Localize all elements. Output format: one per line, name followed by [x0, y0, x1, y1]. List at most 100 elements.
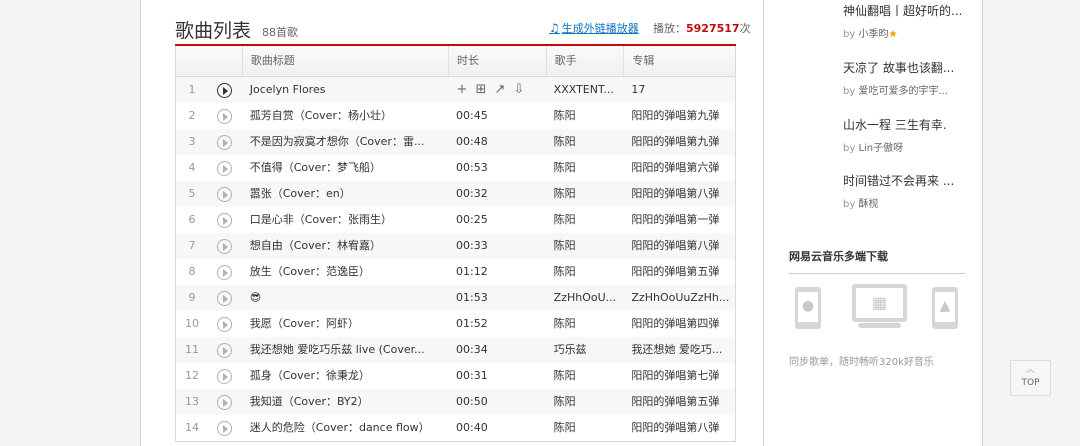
playlist-title[interactable]: 时间错过不会再来 ... — [843, 172, 968, 189]
song-artist[interactable]: 陈阳 — [546, 155, 624, 181]
song-album[interactable]: 阳阳的弹唱第四弹 — [623, 311, 735, 337]
song-album[interactable]: 阳阳的弹唱第八弹 — [623, 233, 735, 259]
song-artist[interactable]: 陈阳 — [546, 415, 624, 441]
song-title[interactable]: 😎 — [242, 285, 448, 311]
back-to-top-label[interactable]: TOP — [1021, 378, 1039, 388]
song-index: 8 — [188, 265, 196, 278]
play-icon[interactable] — [217, 291, 232, 306]
song-index-cell: 10 — [176, 311, 242, 337]
song-artist[interactable]: 陈阳 — [546, 129, 624, 155]
song-title[interactable]: 放生（Cover：范逸臣） — [242, 259, 448, 285]
collect-icon[interactable]: ⊞ — [475, 77, 487, 103]
download-icon[interactable]: ⇩ — [513, 77, 525, 103]
table-row[interactable]: 9 😎 01:53 ZzHhOoU... ZzHhOoUuZzHh... — [176, 285, 735, 311]
song-artist[interactable]: ZzHhOoU... — [546, 285, 624, 311]
song-album[interactable]: 阳阳的弹唱第五弹 — [623, 389, 735, 415]
share-icon[interactable]: ↗ — [494, 77, 506, 103]
song-title[interactable]: 我愿（Cover：阿虾） — [242, 311, 448, 337]
song-title[interactable]: 我还想她 爱吃巧乐兹 live (Cover... — [242, 337, 448, 363]
song-title[interactable]: 不是因为寂寞才想你（Cover：雷... — [242, 129, 448, 155]
song-table: 歌曲标题 时长 歌手 专辑 1 Jocelyn Flores + ⊞ ↗ ⇩ XXXTENT… — [175, 46, 736, 442]
song-artist[interactable]: 陈阳 — [546, 233, 624, 259]
play-icon[interactable] — [217, 395, 232, 410]
song-title[interactable]: Jocelyn Flores — [242, 77, 448, 103]
table-row[interactable]: 13 我知道（Cover：BY2） 00:50 陈阳 阳阳的弹唱第五弹 — [176, 389, 735, 415]
song-album[interactable]: 阳阳的弹唱第八弹 — [623, 181, 735, 207]
song-album[interactable]: 阳阳的弹唱第一弹 — [623, 207, 735, 233]
table-row[interactable]: 5 嚣张（Cover：en） 00:32 陈阳 阳阳的弹唱第八弹 — [176, 181, 735, 207]
song-duration: 00:25 — [456, 213, 488, 226]
table-row[interactable]: 4 不值得（Cover：梦飞船） 00:53 陈阳 阳阳的弹唱第六弹 — [176, 155, 735, 181]
play-icon[interactable] — [217, 213, 232, 228]
song-artist[interactable]: 陈阳 — [546, 259, 624, 285]
song-album[interactable]: 17 — [623, 77, 735, 103]
back-to-top-button[interactable]: ︿ TOP — [1010, 360, 1051, 396]
play-icon[interactable] — [217, 239, 232, 254]
play-icon[interactable] — [217, 109, 232, 124]
song-album[interactable]: 阳阳的弹唱第七弹 — [623, 363, 735, 389]
playlist-user[interactable]: 小季昀 — [858, 29, 888, 40]
song-artist[interactable]: 巧乐兹 — [546, 337, 624, 363]
song-album[interactable]: 阳阳的弹唱第八弹 — [623, 415, 735, 441]
playlist-item[interactable]: 神仙翻唱丨超好听的... by 小季昀★ — [786, 2, 966, 40]
playlist-title[interactable]: 神仙翻唱丨超好听的... — [843, 2, 968, 19]
table-row[interactable]: 11 我还想她 爱吃巧乐兹 live (Cover... 00:34 巧乐兹 我还想她 … — [176, 337, 735, 363]
table-row[interactable]: 10 我愿（Cover：阿虾） 01:52 陈阳 阳阳的弹唱第四弹 — [176, 311, 735, 337]
iphone-download[interactable]: ● — [795, 287, 821, 329]
playlist-title[interactable]: 山水一程 三生有幸. — [843, 116, 968, 133]
song-album[interactable]: 阳阳的弹唱第九弹 — [623, 129, 735, 155]
table-row[interactable]: 14 迷人的危险（Cover：dance flow） 00:40 陈阳 阳阳的弹唱第八弹 — [176, 415, 735, 441]
song-title[interactable]: 不值得（Cover：梦飞船） — [242, 155, 448, 181]
song-album[interactable]: 阳阳的弹唱第六弹 — [623, 155, 735, 181]
playlist-user[interactable]: 酥枧 — [858, 199, 878, 210]
pc-download[interactable]: ▦ — [852, 284, 907, 322]
song-title[interactable]: 孤身（Cover：徐秉龙） — [242, 363, 448, 389]
song-album[interactable]: ZzHhOoUuZzHh... — [623, 285, 735, 311]
play-icon[interactable] — [217, 83, 232, 98]
play-icon[interactable] — [217, 343, 232, 358]
play-icon[interactable] — [217, 135, 232, 150]
table-row[interactable]: 2 孤芳自赏（Cover：杨小壮） 00:45 陈阳 阳阳的弹唱第九弹 — [176, 103, 735, 129]
play-icon[interactable] — [217, 161, 232, 176]
play-icon[interactable] — [217, 187, 232, 202]
song-artist[interactable]: 陈阳 — [546, 103, 624, 129]
song-title[interactable]: 我知道（Cover：BY2） — [242, 389, 448, 415]
add-icon[interactable]: + — [456, 77, 468, 103]
song-title[interactable]: 口是心非（Cover：张雨生） — [242, 207, 448, 233]
song-artist[interactable]: 陈阳 — [546, 311, 624, 337]
song-duration: 01:53 — [456, 291, 488, 304]
playlist-item[interactable]: 山水一程 三生有幸. by Lin子傲呀 — [786, 116, 966, 154]
play-icon[interactable] — [217, 369, 232, 384]
song-artist[interactable]: 陈阳 — [546, 389, 624, 415]
song-artist[interactable]: 陈阳 — [546, 207, 624, 233]
song-artist[interactable]: 陈阳 — [546, 363, 624, 389]
android-download[interactable]: ▲ — [932, 287, 958, 329]
playlist-item[interactable]: 时间错过不会再来 ... by 酥枧 — [786, 172, 966, 210]
song-artist[interactable]: XXXTENT... — [546, 77, 624, 103]
song-artist[interactable]: 陈阳 — [546, 181, 624, 207]
column-header-duration: 时长 — [448, 46, 546, 76]
song-title[interactable]: 嚣张（Cover：en） — [242, 181, 448, 207]
table-row[interactable]: 8 放生（Cover：范逸臣） 01:12 陈阳 阳阳的弹唱第五弹 — [176, 259, 735, 285]
playlist-user[interactable]: Lin子傲呀 — [858, 143, 903, 154]
table-row[interactable]: 3 不是因为寂寞才想你（Cover：雷... 00:48 陈阳 阳阳的弹唱第九弹 — [176, 129, 735, 155]
song-album[interactable]: 我还想她 爱吃巧... — [623, 337, 735, 363]
song-album[interactable]: 阳阳的弹唱第五弹 — [623, 259, 735, 285]
table-row[interactable]: 12 孤身（Cover：徐秉龙） 00:31 陈阳 阳阳的弹唱第七弹 — [176, 363, 735, 389]
play-icon[interactable] — [217, 317, 232, 332]
song-index: 14 — [185, 421, 199, 434]
song-album[interactable]: 阳阳的弹唱第九弹 — [623, 103, 735, 129]
table-row[interactable]: 6 口是心非（Cover：张雨生） 00:25 陈阳 阳阳的弹唱第一弹 — [176, 207, 735, 233]
table-row[interactable]: 7 想自由（Cover：林宥嘉） 00:33 陈阳 阳阳的弹唱第八弹 — [176, 233, 735, 259]
table-row[interactable]: 1 Jocelyn Flores + ⊞ ↗ ⇩ XXXTENT... 17 — [176, 77, 735, 103]
playlist-item[interactable]: 天凉了 故事也该翻... by 爱吃可爱多的宇宇... — [786, 59, 966, 97]
song-title[interactable]: 孤芳自赏（Cover：杨小壮） — [242, 103, 448, 129]
playlist-user[interactable]: 爱吃可爱多的宇宇... — [858, 86, 948, 97]
play-icon[interactable] — [217, 265, 232, 280]
play-icon[interactable] — [217, 421, 232, 436]
song-title[interactable]: 想自由（Cover：林宥嘉） — [242, 233, 448, 259]
external-player-link[interactable]: ♫ 生成外链播放器 — [549, 20, 639, 36]
song-title[interactable]: 迷人的危险（Cover：dance flow） — [242, 415, 448, 441]
playlist-title[interactable]: 天凉了 故事也该翻... — [843, 59, 968, 76]
external-player-label[interactable]: 生成外链播放器 — [562, 22, 639, 35]
